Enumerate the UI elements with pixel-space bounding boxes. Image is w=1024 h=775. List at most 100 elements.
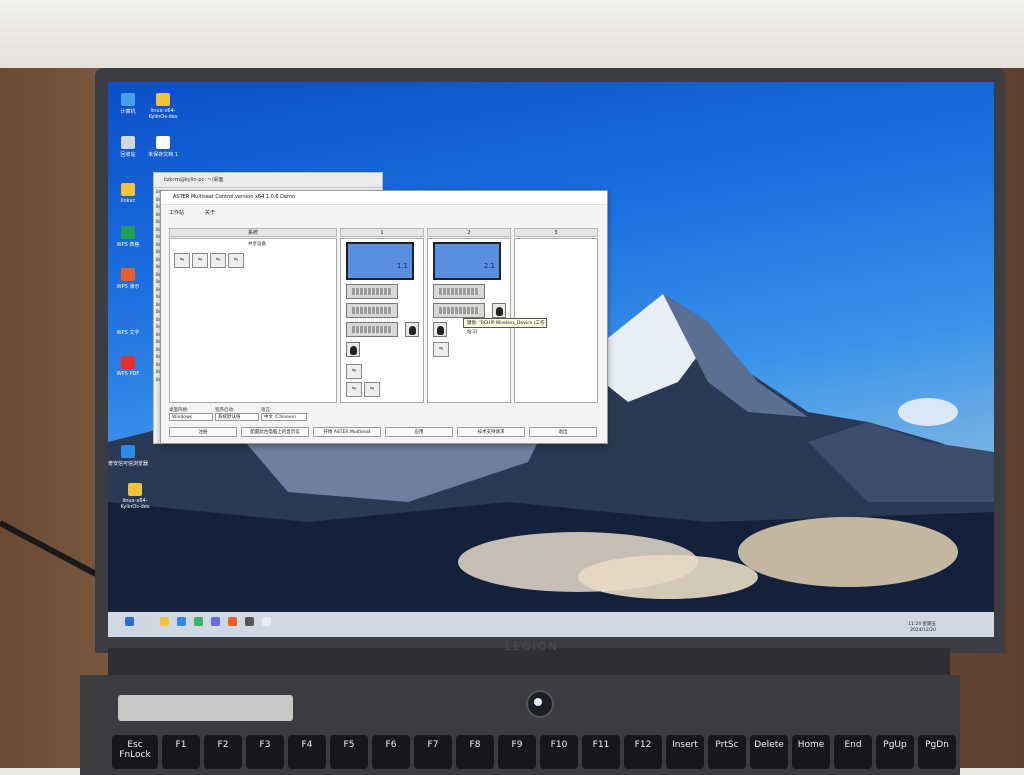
support-request-button[interactable]: 技术支持请求: [457, 427, 525, 437]
keyboard-key[interactable]: Delete: [750, 735, 788, 769]
keyboard-key[interactable]: Home: [792, 735, 830, 769]
desktop-icon[interactable]: 未保存文档 1: [143, 136, 183, 158]
usb-device[interactable]: ⇋: [192, 253, 208, 268]
desktop-icon-label: linkvc: [120, 198, 136, 204]
aster-app-icon[interactable]: [262, 617, 271, 626]
keyboard-key[interactable]: End: [834, 735, 872, 769]
desktop-icon-label: 计算机: [120, 109, 136, 115]
desktop-icon[interactable]: linkvc: [108, 183, 148, 204]
browser-icon[interactable]: [177, 617, 186, 626]
keyboard-key[interactable]: F9: [498, 735, 536, 769]
keyboard-key[interactable]: Insert: [666, 735, 704, 769]
brand-logo: LEGION: [505, 640, 559, 653]
desktop-icon-label: 未保存文档 1: [148, 152, 178, 158]
desktop-icon[interactable]: WPS 演示: [108, 268, 148, 290]
wps-pdf-icon: [121, 356, 135, 369]
mouse-device[interactable]: [433, 322, 447, 337]
start-aster-button[interactable]: 开始 ASTER Multiseat: [313, 427, 381, 437]
mouse-device[interactable]: [492, 303, 506, 318]
desktop-icon[interactable]: WPS PDF: [108, 356, 148, 377]
desktop-icon[interactable]: 计算机: [108, 93, 148, 115]
keyboard-key[interactable]: F10: [540, 735, 578, 769]
keyboard-device[interactable]: [346, 284, 398, 299]
wps-slides-icon: [121, 268, 135, 281]
usb-device[interactable]: ⇋: [346, 364, 362, 379]
monitor-2[interactable]: 2.1: [433, 242, 501, 280]
keyboard-key[interactable]: PgDn: [918, 735, 956, 769]
keyboard-key[interactable]: PrtSc: [708, 735, 746, 769]
apply-button[interactable]: 应用: [385, 427, 453, 437]
desktop-icon[interactable]: WPS 文字: [108, 314, 148, 336]
trash-icon: [121, 136, 135, 149]
terminal-icon[interactable]: [245, 617, 254, 626]
taskbar-clock[interactable]: 11:24 星期五 2024/12/20: [906, 622, 936, 634]
desktop-icon[interactable]: 回收站: [108, 136, 148, 158]
power-led-icon: [534, 698, 542, 706]
desktop-icon-label: WPS 表格: [116, 242, 140, 248]
usb-device[interactable]: ⇋: [346, 382, 362, 397]
desktop-icon-label: 奇安信可信浏览器: [108, 461, 149, 467]
folder-icon: [121, 183, 135, 196]
aster-window[interactable]: ASTER Multiseat Control version x64 1.0.…: [160, 190, 608, 444]
document-icon: [156, 136, 170, 149]
keyboard-key[interactable]: F2: [204, 735, 242, 769]
app-store-icon[interactable]: [194, 617, 203, 626]
configure-display-button[interactable]: 配置此台电脑上的显示信: [241, 427, 309, 437]
keyboard-key[interactable]: F6: [372, 735, 410, 769]
file-manager-icon[interactable]: [160, 617, 169, 626]
fn-shortcut-bar: [118, 695, 293, 721]
mouse-device[interactable]: [405, 322, 419, 337]
desktop-icon-label: linux-x64-KylinOs-des: [120, 498, 150, 510]
desktop-icon-label: WPS PDF: [116, 371, 140, 377]
keyboard-key[interactable]: F3: [246, 735, 284, 769]
keyboard-key[interactable]: F11: [582, 735, 620, 769]
clock-date: 2024/12/20: [910, 628, 936, 633]
keyboard-key[interactable]: PgUp: [876, 735, 914, 769]
keyboard-key[interactable]: F12: [624, 735, 662, 769]
language-select[interactable]: 中文 (Chinese): [261, 413, 307, 421]
desktop-icon-label: linux-x64-KylinOs-des: [148, 108, 178, 120]
usb-device[interactable]: ⇋: [228, 253, 244, 268]
usb-device[interactable]: ⇋: [210, 253, 226, 268]
keyboard-device[interactable]: [433, 303, 485, 318]
desktop-icon[interactable]: linux-x64-KylinOs-des: [115, 483, 155, 510]
keyboard-key[interactable]: F8: [456, 735, 494, 769]
keyboard-key[interactable]: F7: [414, 735, 452, 769]
keyboard-device[interactable]: [346, 322, 398, 337]
system-pane: 共享设备 ⇋ ⇋ ⇋ ⇋: [169, 238, 337, 403]
register-button[interactable]: 注册: [169, 427, 237, 437]
wps-icon[interactable]: [228, 617, 237, 626]
keyboard-key[interactable]: F4: [288, 735, 326, 769]
start-menu-icon[interactable]: [125, 617, 134, 626]
computer-icon: [121, 93, 135, 106]
folder-icon: [156, 93, 170, 106]
exit-button[interactable]: 退出: [529, 427, 597, 437]
wps-sheet-icon: [121, 226, 135, 239]
device-tooltip: 键盘: "RCHIP Wireless_Device (工作站 2): [463, 318, 547, 335]
login-mode-select[interactable]: Windows: [169, 413, 213, 421]
tab-about-label: 关于: [205, 210, 216, 216]
usb-device[interactable]: ⇋: [364, 382, 380, 397]
keyboard-key[interactable]: F5: [330, 735, 368, 769]
desktop-icon[interactable]: 奇安信可信浏览器: [108, 445, 148, 467]
tab-workstations-label: 工作站: [169, 210, 185, 216]
desktop-icon[interactable]: linux-x64-KylinOs-des: [143, 93, 183, 120]
startup-select[interactable]: 系统默认值: [215, 413, 259, 421]
settings-icon[interactable]: [211, 617, 220, 626]
usb-device[interactable]: ⇋: [174, 253, 190, 268]
keyboard-device[interactable]: [433, 284, 485, 299]
keyboard-device[interactable]: [346, 303, 398, 318]
tab-about[interactable]: 关于: [205, 208, 215, 218]
aster-window-title: ASTER Multiseat Control version x64 1.0.…: [161, 191, 607, 205]
keyboard-key[interactable]: F1: [162, 735, 200, 769]
monitor-1[interactable]: 1.1: [346, 242, 414, 280]
column-workstation-1: 1: [340, 228, 424, 237]
usb-device[interactable]: ⇋: [433, 342, 449, 357]
folder-icon: [128, 483, 142, 496]
mouse-device[interactable]: [346, 342, 360, 357]
desktop-icon[interactable]: WPS 表格: [108, 226, 148, 248]
search-icon[interactable]: [142, 617, 151, 626]
column-workstation-2: 2: [427, 228, 511, 237]
tab-workstations[interactable]: 工作站: [169, 208, 184, 218]
keyboard-key[interactable]: Esc FnLock: [112, 735, 158, 769]
